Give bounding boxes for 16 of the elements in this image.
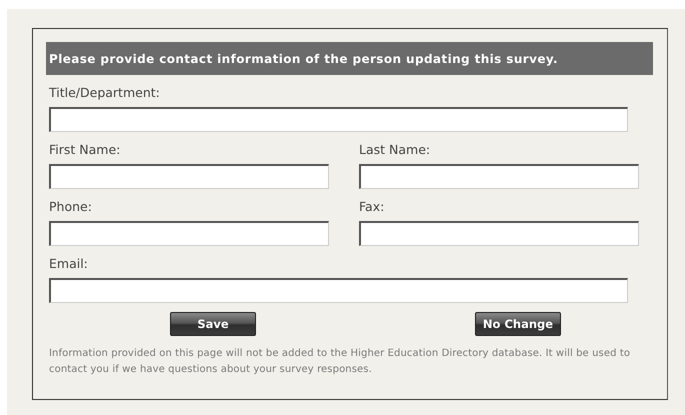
field-label: First Name: (49, 140, 120, 158)
input-field[interactable] (359, 221, 639, 246)
no-change-button[interactable]: No Change (475, 312, 561, 336)
field-label: Title/Department: (49, 84, 160, 102)
input-field[interactable] (49, 164, 329, 189)
input-field[interactable] (49, 278, 628, 303)
save-button[interactable]: Save (170, 312, 256, 336)
input-field[interactable] (359, 164, 639, 189)
field-label: Email: (49, 254, 88, 272)
form-header: Please provide contact information of the person updating this survey. (46, 42, 653, 75)
field-label: Last Name: (359, 140, 430, 158)
input-field[interactable] (49, 107, 628, 132)
field-label: Phone: (49, 198, 92, 216)
field-label: Fax: (359, 198, 384, 216)
info-note: Information provided on this page will not be added to the Higher Education Directory database. It will be used to contact you if we have questions about your survey responses. (49, 347, 632, 377)
input-field[interactable] (49, 221, 329, 246)
